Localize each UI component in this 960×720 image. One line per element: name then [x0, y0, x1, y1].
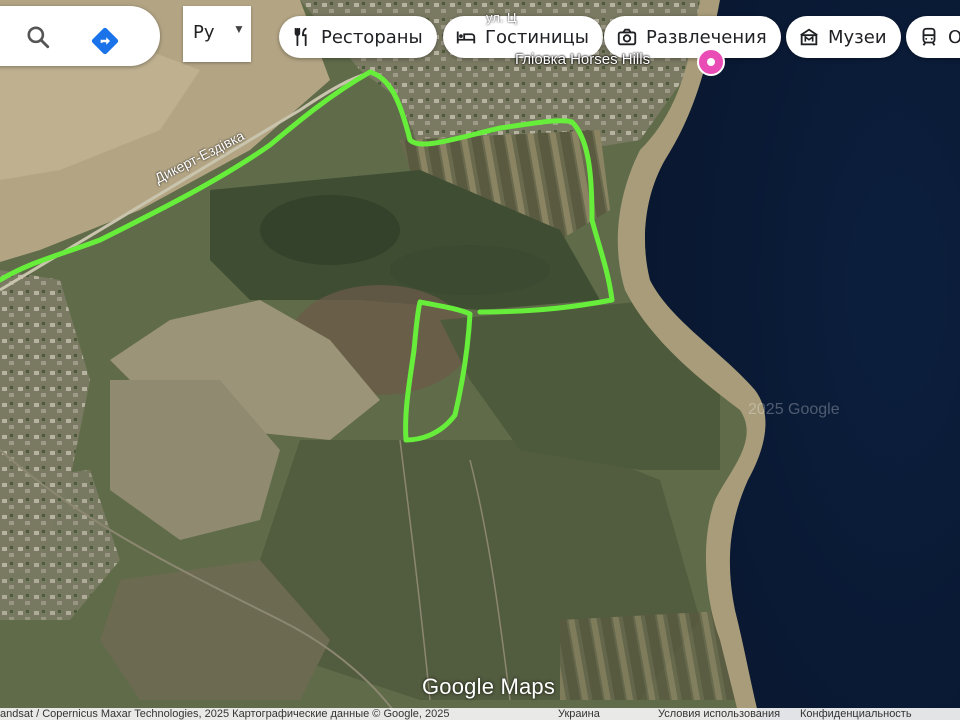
caret-down-icon: ▼	[233, 22, 245, 36]
search-box[interactable]	[0, 6, 160, 66]
place-label[interactable]: Гліовка Horses Hills	[515, 51, 650, 68]
camera-icon	[617, 28, 637, 46]
language-select[interactable]: Ру ▼	[183, 6, 251, 62]
chip-transit[interactable]: О	[906, 16, 960, 58]
imagery-watermark: 2025 Google	[748, 401, 840, 418]
privacy-link[interactable]: Конфиденциальность	[800, 708, 912, 720]
chip-museums[interactable]: Музеи	[786, 16, 901, 58]
search-icon[interactable]	[25, 24, 51, 50]
road-label-top: ул. Ц	[486, 10, 517, 25]
chip-label: Развлечения	[646, 26, 767, 48]
satellite-map[interactable]	[0, 0, 960, 720]
language-label: Ру	[193, 22, 215, 43]
chip-label: Гостиницы	[485, 26, 590, 48]
chip-label: О	[948, 26, 960, 48]
country-link[interactable]: Украина	[558, 708, 600, 720]
attribution-text: andsat / Copernicus Maxar Technologies, …	[0, 708, 450, 720]
terms-link[interactable]: Условия использования	[658, 708, 780, 720]
fork-knife-icon	[294, 27, 307, 47]
attribution-bar: andsat / Copernicus Maxar Technologies, …	[0, 708, 960, 720]
bed-icon	[456, 31, 476, 44]
directions-icon[interactable]	[90, 26, 120, 56]
chip-label: Музеи	[828, 26, 887, 48]
chip-restaurants[interactable]: Рестораны	[279, 16, 437, 58]
train-icon	[922, 27, 936, 46]
museum-icon	[800, 28, 818, 46]
chip-label: Рестораны	[321, 26, 423, 48]
google-maps-logo: Google Maps	[422, 674, 556, 699]
place-pin-icon[interactable]	[697, 48, 725, 76]
